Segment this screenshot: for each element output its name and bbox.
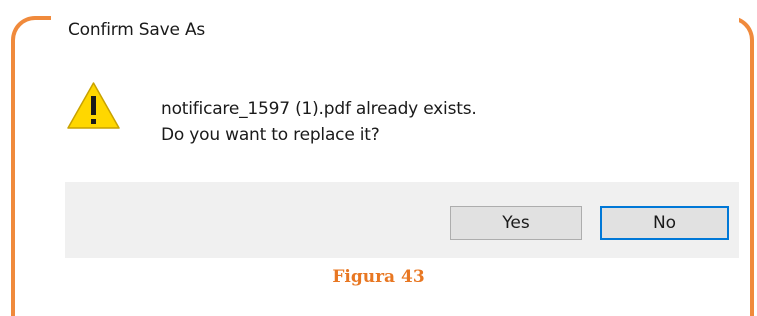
confirm-save-as-dialog: Confirm Save As notificare_1597 (1).pdf … <box>51 0 739 258</box>
no-button[interactable]: No <box>600 206 729 240</box>
message-line-1: notificare_1597 (1).pdf already exists. <box>161 99 477 119</box>
figure-caption: Figura 43 <box>332 267 425 287</box>
dialog-message: notificare_1597 (1).pdf already exists. … <box>161 96 477 148</box>
message-line-2: Do you want to replace it? <box>161 125 380 145</box>
dialog-title: Confirm Save As <box>68 20 206 40</box>
yes-button[interactable]: Yes <box>450 206 582 240</box>
warning-icon <box>67 82 120 129</box>
dialog-button-bar: Yes No <box>65 182 739 258</box>
